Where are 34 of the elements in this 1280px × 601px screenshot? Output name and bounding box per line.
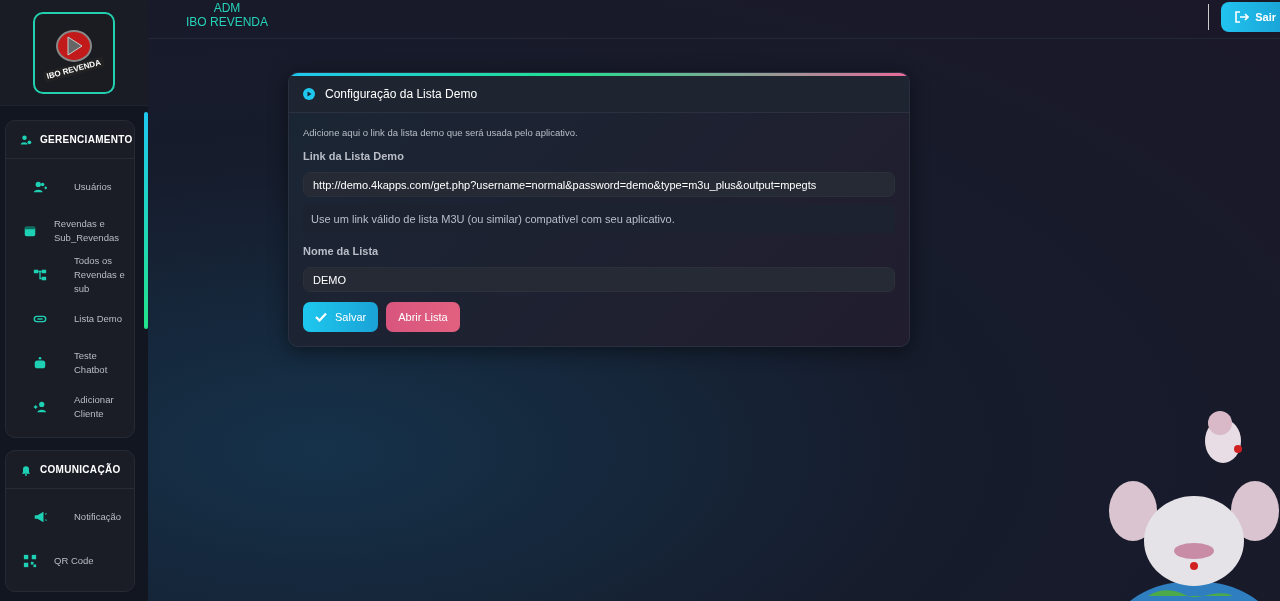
bell-icon [20,463,32,476]
sidebar-item[interactable]: Teste Chatbot [6,341,134,385]
robot-icon [33,356,47,370]
card-title: Configuração da Lista Demo [325,87,478,101]
qr-code-icon [23,554,37,568]
description-text: Adicione aqui o link da lista demo que será usada pelo aplicativo. [303,127,579,138]
user-gear-icon [20,133,32,146]
text-input[interactable]: DEMO [303,267,895,292]
text-input[interactable]: http://demo.4kapps.com/get.php?username=normal&password=demo&type=m3u_plus&output=mpegts [303,172,895,197]
logout-icon [1235,11,1250,23]
sidebar-item[interactable]: Lista Demo [6,297,134,341]
field-label: Link da Lista Demo [303,150,405,162]
sidebar-item[interactable]: Usuários [6,165,134,209]
play-circle-icon [303,88,315,100]
hierarchy-icon [33,268,47,282]
store-icon [23,224,37,238]
user-add-icon [33,400,47,414]
section-header[interactable]: GERENCIAMENTO [6,121,134,159]
section-header[interactable]: COMUNICAÇÃO [6,451,134,489]
role-label: ADM [213,1,241,15]
megaphone-icon [33,510,47,524]
hint-text: Use um link válido de lista M3U (ou similar) compatível com seu aplicativo. [303,205,895,233]
scrollbar-thumb[interactable] [144,112,148,329]
play-logo-icon [56,30,92,62]
brand-label: IBO REVENDA [186,15,269,29]
users-icon [33,180,47,194]
sidebar-item[interactable]: Notificação [6,495,134,539]
sidebar-item[interactable]: Revendas e Sub_Revendas [6,209,134,253]
field-label: Nome da Lista [303,245,380,257]
open-list-button[interactable]: Abrir Lista [386,302,460,332]
sidebar-item[interactable]: Todos os Revendas e sub [6,253,134,297]
check-icon [315,312,327,322]
sidebar-item[interactable]: Adicionar Cliente [6,385,134,429]
sidebar-item[interactable]: QR Code [6,539,134,583]
